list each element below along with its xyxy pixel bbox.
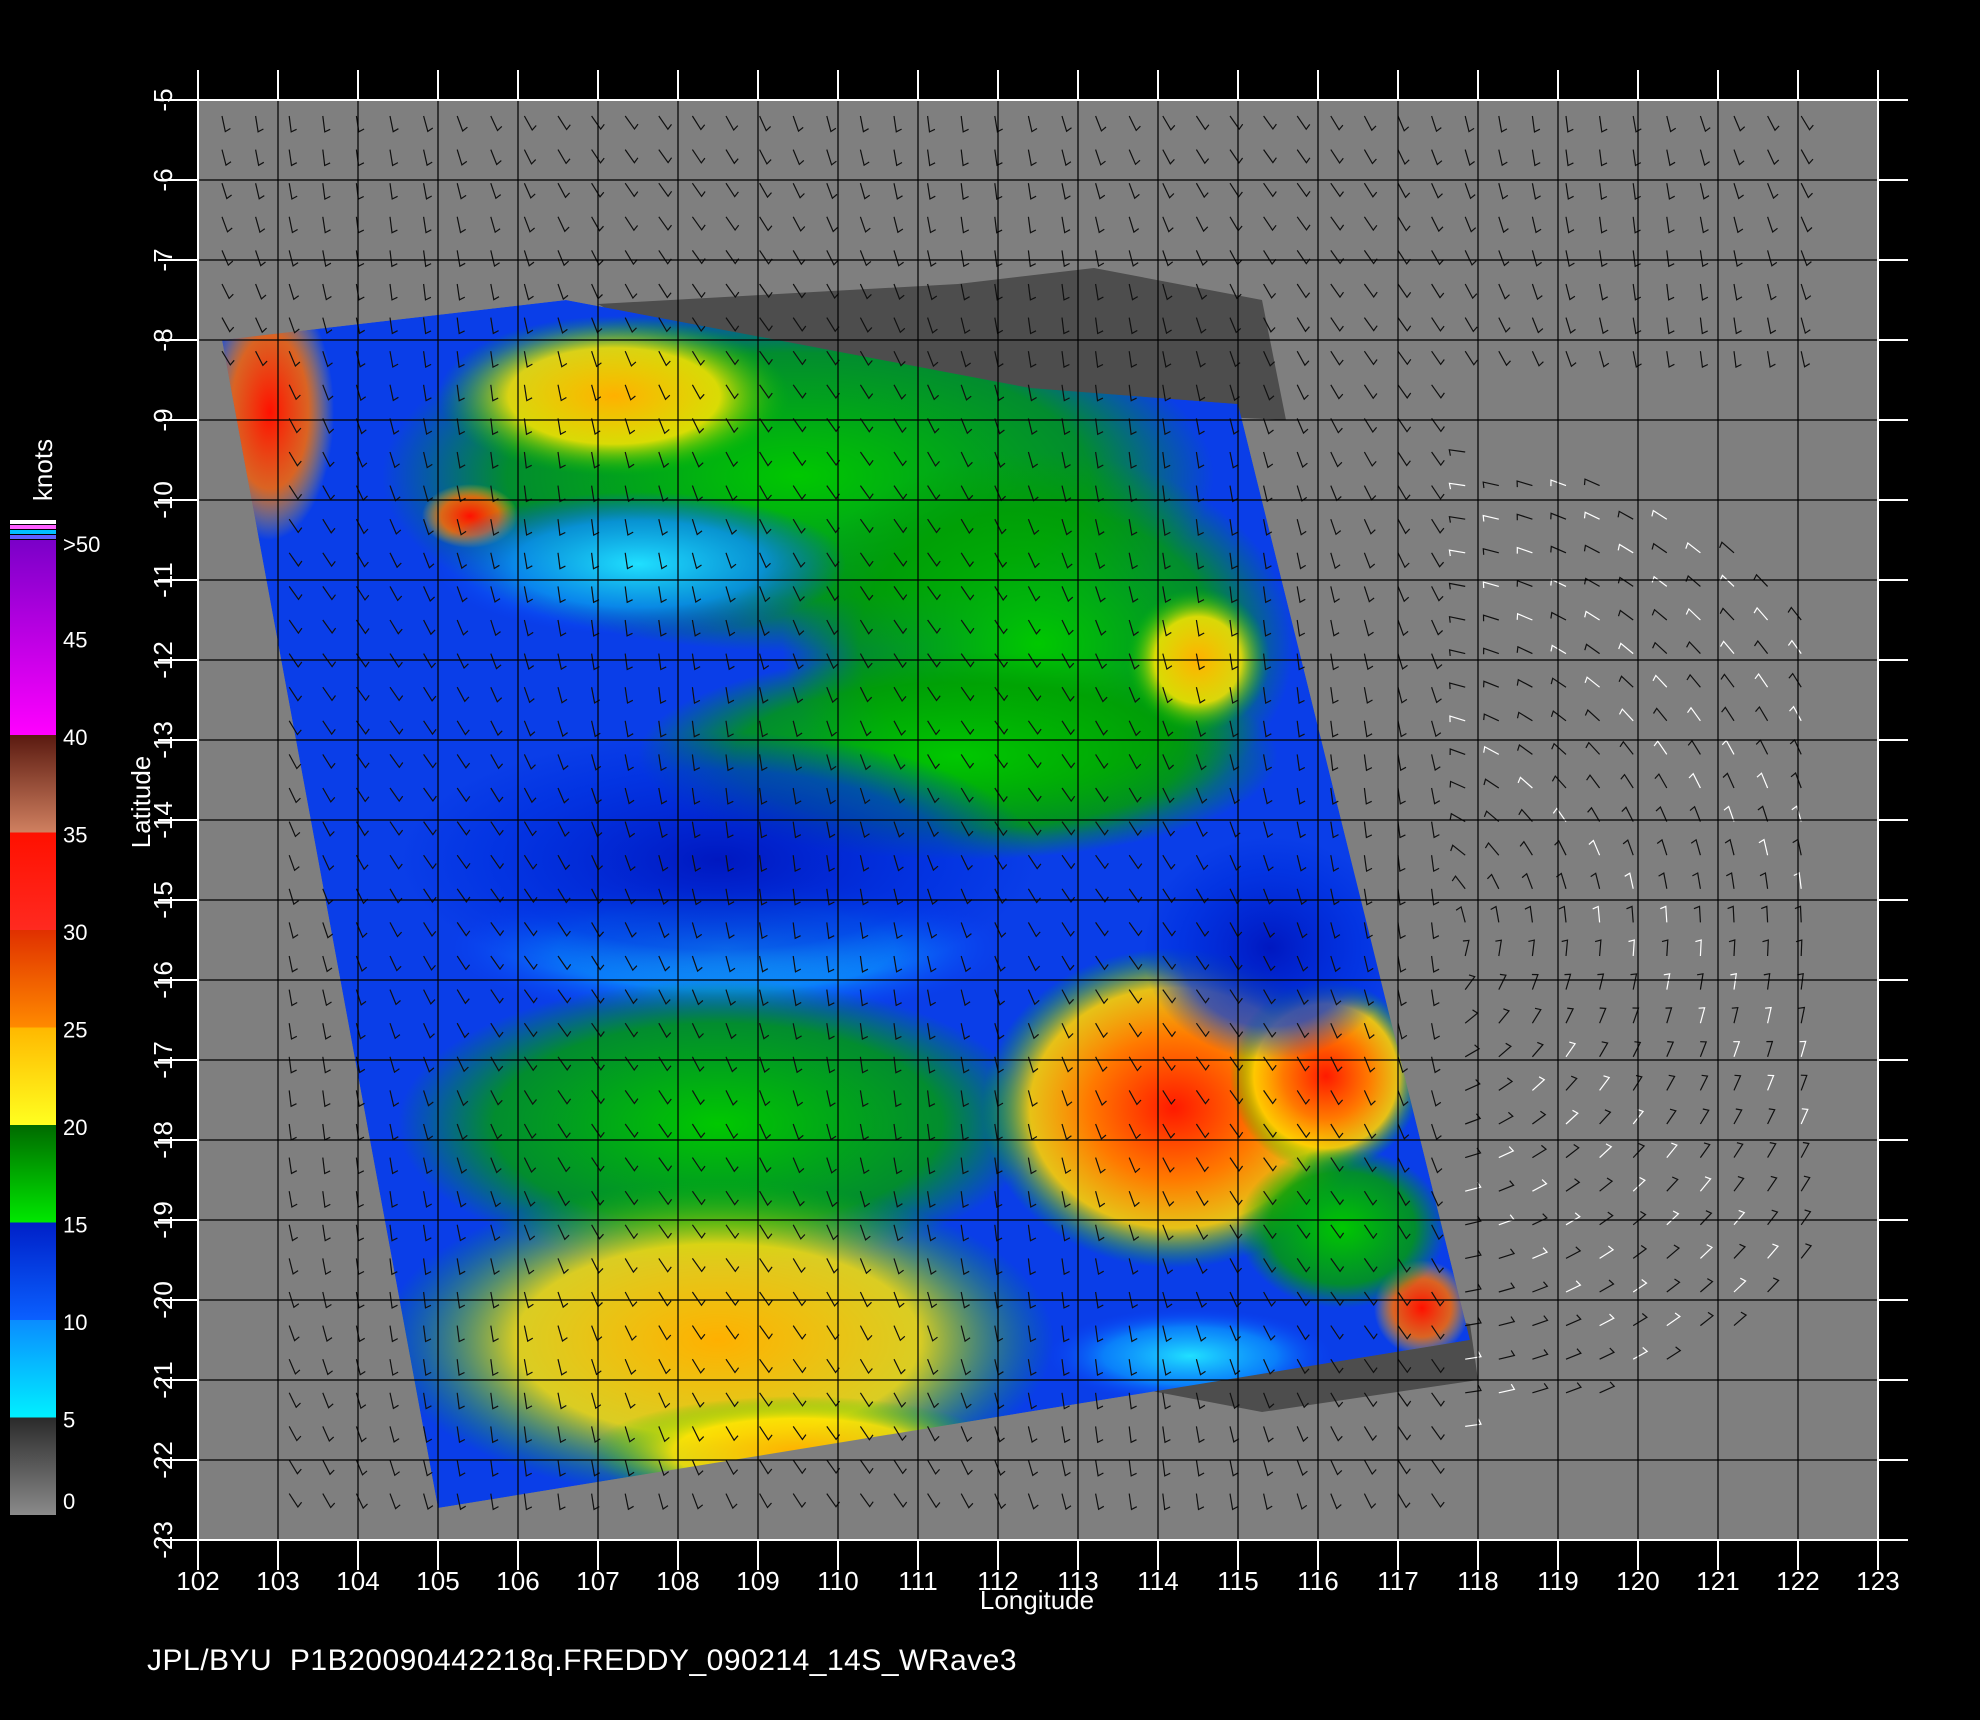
- latitude-tick-label: -6: [148, 168, 178, 191]
- longitude-tick-label: 123: [1856, 1566, 1899, 1596]
- colorbar-cap: [10, 530, 56, 534]
- colorbar-segment: [10, 1125, 56, 1223]
- colorbar-label: 5: [63, 1408, 75, 1433]
- latitude-tick-label: -17: [148, 1041, 178, 1079]
- wind-map-figure: 102 103 104 105 106 107 108 109 110 111 112 113 114 1…: [10, 70, 1908, 1615]
- longitude-tick-label: 103: [256, 1566, 299, 1596]
- longitude-tick-label: 105: [416, 1566, 459, 1596]
- longitude-tick-label: 109: [736, 1566, 779, 1596]
- product-caption: JPL/BYU P1B20090442218q.FREDDY_090214_14…: [147, 1644, 1018, 1677]
- colorbar-title: knots: [28, 439, 58, 501]
- colorbar-segment: [10, 930, 56, 1028]
- latitude-tick-label: -10: [148, 481, 178, 519]
- latitude-tick-label: -22: [148, 1441, 178, 1479]
- longitude-tick-label: 118: [1457, 1566, 1498, 1596]
- longitude-tick-label: 108: [656, 1566, 699, 1596]
- colorbar-cap: [10, 535, 56, 539]
- longitude-tick-label: 107: [576, 1566, 619, 1596]
- colorbar-cap: [10, 525, 56, 529]
- colorbar-segment: [10, 1222, 56, 1320]
- colorbar-segment: [10, 540, 56, 735]
- longitude-tick-label: 119: [1537, 1566, 1578, 1596]
- colorbar-label: 10: [63, 1310, 87, 1335]
- longitude-tick-label: 102: [176, 1566, 219, 1596]
- x-axis-label: Longitude: [980, 1585, 1094, 1615]
- colorbar-label: 25: [63, 1018, 87, 1043]
- colorbar-label: 20: [63, 1115, 87, 1140]
- colorbar-label: 0: [63, 1489, 75, 1514]
- longitude-tick-label: 121: [1696, 1566, 1739, 1596]
- wind-speed-colorbar: [10, 520, 56, 1515]
- longitude-tick-label: 120: [1616, 1566, 1659, 1596]
- latitude-tick-label: -23: [148, 1521, 178, 1559]
- latitude-tick-label: -8: [148, 328, 178, 351]
- longitude-tick-label: 110: [817, 1566, 858, 1596]
- longitude-tick-label: 104: [336, 1566, 379, 1596]
- colorbar-segment: [10, 1320, 56, 1418]
- latitude-tick-label: -18: [148, 1121, 178, 1159]
- latitude-tick-label: -19: [148, 1201, 178, 1239]
- longitude-tick-label: 117: [1377, 1566, 1418, 1596]
- colorbar-segment: [10, 1417, 56, 1515]
- colorbar-cap: [10, 520, 56, 524]
- longitude-tick-label: 106: [496, 1566, 539, 1596]
- colorbar-label: 30: [63, 920, 87, 945]
- latitude-tick-label: -5: [148, 88, 178, 111]
- latitude-tick-label: -11: [148, 562, 178, 598]
- colorbar-segment: [10, 832, 56, 930]
- latitude-tick-label: -20: [148, 1281, 178, 1319]
- latitude-tick-label: -13: [148, 721, 178, 759]
- longitude-tick-label: 116: [1297, 1566, 1338, 1596]
- longitude-tick-label: 114: [1137, 1566, 1178, 1596]
- wind-speed-patch: [1238, 1148, 1446, 1308]
- colorbar-label: 45: [63, 628, 87, 653]
- y-axis-label: Latitude: [126, 756, 156, 849]
- colorbar-label: 40: [63, 725, 87, 750]
- latitude-tick-label: -16: [148, 961, 178, 999]
- colorbar-labels: >50 45 40 35 30 25 20 15 10 5 0: [63, 532, 100, 1514]
- latitude-tick-label: -21: [148, 1361, 178, 1399]
- latitude-tick-label: -9: [148, 408, 178, 431]
- latitude-tick-label: -15: [148, 881, 178, 919]
- colorbar-label: 35: [63, 823, 87, 848]
- wind-speed-patch: [430, 492, 846, 636]
- colorbar-label: 15: [63, 1213, 87, 1238]
- colorbar-segment: [10, 735, 56, 833]
- longitude-tick-label: 122: [1776, 1566, 1819, 1596]
- colorbar-segment: [10, 1027, 56, 1125]
- longitude-tick-label: 115: [1217, 1566, 1258, 1596]
- longitude-tick-label: 111: [898, 1566, 938, 1596]
- latitude-tick-label: -7: [148, 248, 178, 271]
- colorbar-label: >50: [63, 532, 100, 557]
- latitude-tick-label: -12: [148, 641, 178, 679]
